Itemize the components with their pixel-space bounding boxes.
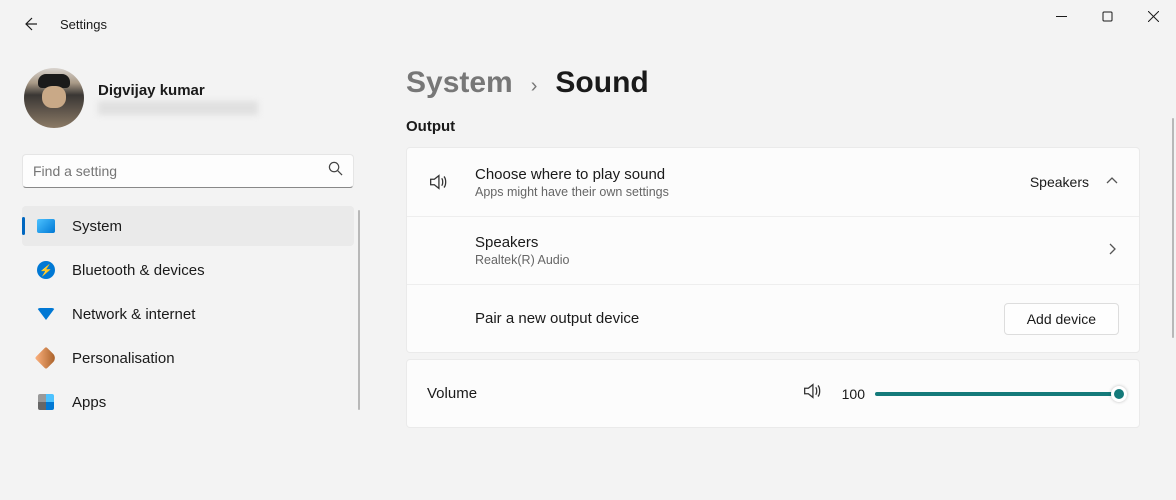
output-card: Choose where to play sound Apps might ha…	[406, 147, 1140, 353]
volume-value: 100	[833, 386, 865, 402]
pair-device-title: Pair a new output device	[475, 310, 1004, 327]
chevron-right-icon[interactable]	[1105, 242, 1119, 259]
sidebar-item-apps[interactable]: Apps	[22, 382, 354, 422]
breadcrumb: System › Sound	[406, 48, 1140, 118]
search-input[interactable]	[33, 163, 328, 179]
sidebar-item-personalisation[interactable]: Personalisation	[22, 338, 354, 378]
volume-row: Volume 100	[407, 360, 1139, 427]
minimize-button[interactable]	[1038, 0, 1084, 32]
choose-output-subtitle: Apps might have their own settings	[475, 185, 1030, 199]
add-device-button[interactable]: Add device	[1004, 303, 1119, 335]
volume-label: Volume	[427, 385, 477, 402]
sidebar-item-label: Network & internet	[72, 306, 195, 323]
back-button[interactable]	[8, 8, 52, 40]
search-icon	[328, 161, 343, 181]
speakers-title: Speakers	[475, 234, 1105, 251]
maximize-button[interactable]	[1084, 0, 1130, 32]
main-scrollbar[interactable]	[1172, 118, 1174, 338]
bluetooth-icon: ⚡	[36, 260, 56, 280]
pair-device-row: Pair a new output device Add device	[407, 284, 1139, 352]
system-icon	[36, 216, 56, 236]
close-button[interactable]	[1130, 0, 1176, 32]
choose-output-title: Choose where to play sound	[475, 166, 1030, 183]
chevron-right-icon: ›	[531, 75, 538, 98]
sidebar-item-label: Personalisation	[72, 350, 175, 367]
profile-block[interactable]: Digvijay kumar	[22, 48, 354, 148]
profile-email	[98, 101, 258, 115]
nav-list: System ⚡ Bluetooth & devices Network & i…	[22, 206, 354, 422]
profile-name: Digvijay kumar	[98, 82, 258, 99]
search-input-container[interactable]	[22, 154, 354, 188]
volume-icon[interactable]	[801, 380, 823, 407]
wifi-icon	[36, 304, 56, 324]
choose-output-row[interactable]: Choose where to play sound Apps might ha…	[407, 148, 1139, 216]
speaker-icon	[427, 171, 463, 193]
sidebar-scrollbar[interactable]	[358, 210, 360, 410]
sidebar-item-label: System	[72, 218, 122, 235]
window-title: Settings	[60, 17, 107, 32]
sidebar-item-bluetooth[interactable]: ⚡ Bluetooth & devices	[22, 250, 354, 290]
main-content: System › Sound Output Choose where to pl…	[374, 48, 1176, 500]
volume-slider[interactable]	[875, 392, 1119, 396]
page-title: Sound	[555, 66, 648, 100]
brush-icon	[36, 348, 56, 368]
sidebar-item-network[interactable]: Network & internet	[22, 294, 354, 334]
sidebar: Digvijay kumar System ⚡ Bluetooth & devi…	[22, 48, 374, 500]
avatar	[24, 68, 84, 128]
sidebar-item-label: Apps	[72, 394, 106, 411]
volume-card: Volume 100	[406, 359, 1140, 428]
section-title-output: Output	[406, 118, 1140, 135]
speakers-subtitle: Realtek(R) Audio	[475, 253, 1105, 267]
speakers-row[interactable]: Speakers Realtek(R) Audio	[407, 216, 1139, 284]
chevron-up-icon[interactable]	[1105, 174, 1119, 191]
choose-output-value: Speakers	[1030, 174, 1089, 190]
sidebar-item-label: Bluetooth & devices	[72, 262, 205, 279]
apps-icon	[36, 392, 56, 412]
breadcrumb-parent[interactable]: System	[406, 66, 513, 100]
volume-slider-thumb[interactable]	[1111, 386, 1127, 402]
sidebar-item-system[interactable]: System	[22, 206, 354, 246]
